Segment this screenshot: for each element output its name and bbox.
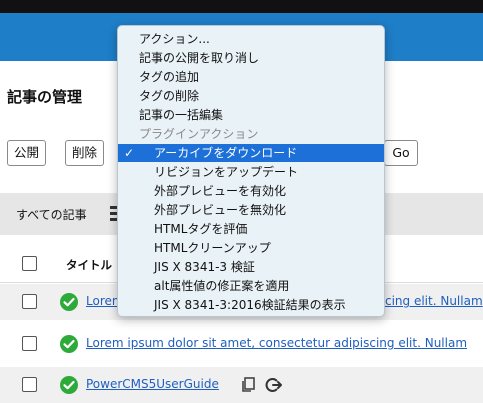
top-bar (0, 0, 483, 13)
menu-item-remove-tags[interactable]: タグの削除 (118, 87, 384, 105)
publish-button[interactable]: 公開 (7, 140, 47, 166)
menu-item-evaluate-html-tags[interactable]: HTMLタグを評価 (118, 220, 384, 238)
menu-item-batch-edit[interactable]: 記事の一括編集 (118, 106, 384, 124)
table-row: Lorem ipsum dolor sit amet, consectetur … (0, 326, 483, 362)
delete-button[interactable]: 削除 (65, 140, 105, 166)
page-title: 記事の管理 (7, 88, 83, 106)
menu-item-enable-external-preview[interactable]: 外部プレビューを有効化 (118, 182, 384, 200)
entry-title-link[interactable]: Lorem ipsum dolor sit amet, consectetur … (86, 336, 467, 350)
filter-label: すべての記事 (16, 208, 87, 222)
menu-item-show-jis-results[interactable]: JIS X 8341-3:2016検証結果の表示 (118, 296, 384, 314)
entry-title-link-tail[interactable]: cing elit. Nullam (385, 294, 483, 308)
published-check-icon (60, 293, 78, 311)
menu-item-html-cleanup[interactable]: HTMLクリーンアップ (118, 239, 384, 257)
menu-item-update-revisions[interactable]: リビジョンをアップデート (118, 163, 384, 181)
column-title-header[interactable]: タイトル (66, 257, 112, 273)
menu-item-jis-validate[interactable]: JIS X 8341-3 検証 (118, 258, 384, 276)
menu-item-download-archive[interactable]: ✓ アーカイブをダウンロード (118, 144, 384, 162)
action-dropdown-menu[interactable]: アクション... 記事の公開を取り消し タグの追加 タグの削除 記事の一括編集 … (117, 25, 385, 317)
menu-item-apply-alt-fixes[interactable]: alt属性値の修正案を適用 (118, 277, 384, 295)
select-all-checkbox[interactable] (22, 256, 37, 271)
menu-item-unpublish[interactable]: 記事の公開を取り消し (118, 49, 384, 67)
row-checkbox[interactable] (22, 294, 37, 309)
selected-check-icon: ✓ (124, 146, 135, 160)
external-view-icon[interactable] (264, 376, 282, 394)
menu-item-add-tags[interactable]: タグの追加 (118, 68, 384, 86)
menu-group-plugin-actions: プラグインアクション (139, 127, 259, 141)
published-check-icon (60, 376, 78, 394)
table-row: PowerCMS5UserGuide (0, 367, 483, 403)
go-button[interactable]: Go (384, 140, 418, 166)
published-check-icon (60, 335, 78, 353)
menu-item-action-placeholder[interactable]: アクション... (118, 30, 384, 48)
row-checkbox[interactable] (22, 377, 37, 392)
row-checkbox[interactable] (22, 336, 37, 351)
entry-title-link[interactable]: PowerCMS5UserGuide (86, 377, 219, 391)
copy-icon[interactable] (240, 376, 258, 394)
menu-item-disable-external-preview[interactable]: 外部プレビューを無効化 (118, 201, 384, 219)
